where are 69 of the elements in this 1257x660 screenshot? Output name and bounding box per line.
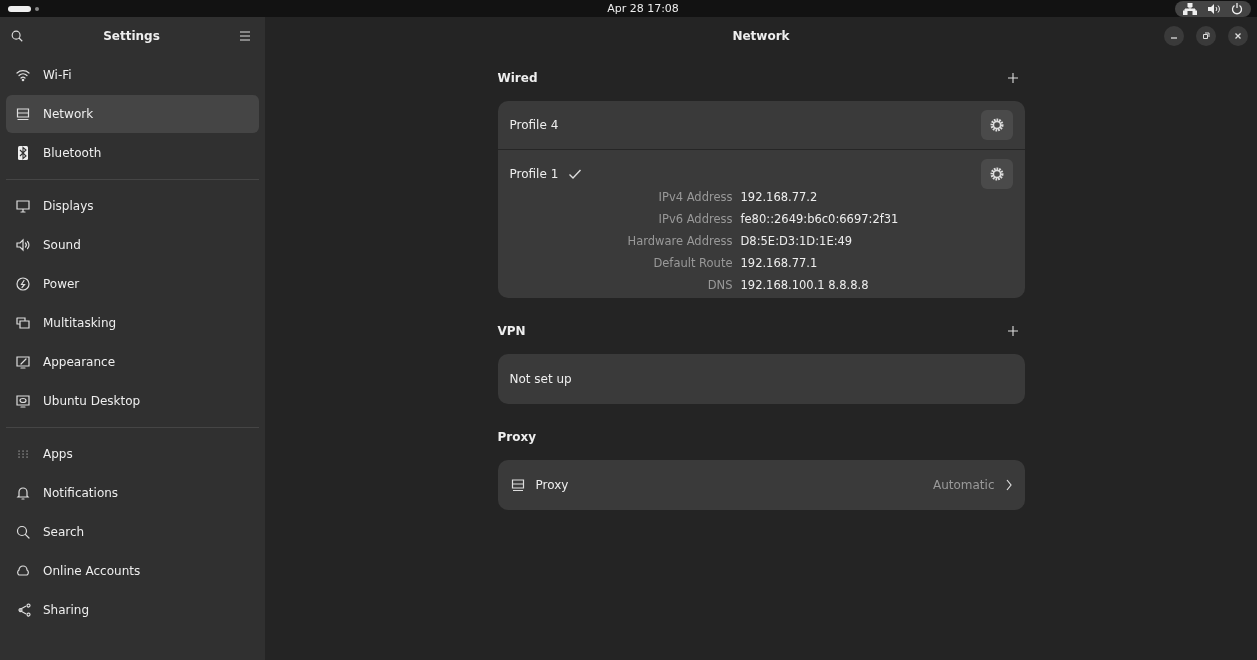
window-title: Network [732,29,790,43]
detail-value: 192.168.100.1 8.8.8.8 [740,278,870,292]
profile-name: Profile 1 [509,167,559,181]
speaker-icon [1207,2,1221,15]
search-icon[interactable] [10,29,24,43]
detail-value: fe80::2649:b6c0:6697:2f31 [740,212,900,226]
workspace-indicator[interactable] [8,5,39,12]
cloud-icon [15,563,31,579]
add-icon[interactable] [1006,325,1019,337]
gear-icon [988,166,1005,182]
network-icon [15,106,31,122]
restore-button[interactable] [1196,26,1216,46]
sidebar-item[interactable]: Ubuntu Desktop [6,382,259,420]
detail-label: Default Route [652,256,733,270]
settings-button[interactable] [980,159,1013,189]
detail-value: D8:5E:D3:1D:1E:49 [740,234,854,248]
power-icon [15,276,31,292]
search-icon [15,524,31,540]
power-icon [1231,2,1243,15]
sidebar-item[interactable]: Multitasking [6,304,259,342]
proxy-value: Automatic [932,478,995,492]
menu-icon[interactable] [239,31,251,41]
close-button[interactable] [1228,26,1248,46]
windows-icon [15,315,31,331]
detail-value: 192.168.77.2 [740,190,819,204]
proxy-row[interactable]: Proxy Automatic [497,460,1025,510]
section-heading: VPN [497,324,526,338]
sidebar-item[interactable]: Displays [6,187,259,225]
system-menu-button[interactable] [1175,0,1251,17]
monitor-icon [15,198,31,214]
proxy-label: Proxy [535,478,569,492]
settings-button[interactable] [980,110,1013,140]
bell-icon [15,485,31,501]
sidebar-item[interactable]: Network [6,95,259,133]
sidebar-item[interactable]: Online Accounts [6,552,259,590]
sidebar-item[interactable]: Apps [6,435,259,473]
sidebar-item[interactable]: Search [6,513,259,551]
sidebar-item[interactable]: Appearance [6,343,259,381]
minimize-button[interactable] [1164,26,1184,46]
chevron-right-icon [1004,479,1013,491]
detail-label: DNS [706,278,733,292]
sidebar-item[interactable]: Wi-Fi [6,56,259,94]
sidebar-item[interactable]: Bluetooth [6,134,259,172]
sidebar-item[interactable]: Sound [6,226,259,264]
clock[interactable]: Apr 28 17:08 [607,2,679,15]
detail-label: IPv4 Address [657,190,733,204]
speaker-icon [15,237,31,253]
share-icon [15,602,31,618]
close-icon [1234,32,1242,40]
detail-label: Hardware Address [626,234,733,248]
network-icon [1183,2,1197,15]
section-heading: Wired [497,71,538,85]
desktop-icon [15,393,31,409]
add-icon[interactable] [1006,72,1019,84]
network-icon [509,477,526,493]
sidebar-item[interactable]: Power [6,265,259,303]
sidebar-item[interactable]: Notifications [6,474,259,512]
sidebar-title: Settings [103,29,160,43]
sidebar-item[interactable]: Sharing [6,591,259,629]
bluetooth-icon [15,145,31,161]
detail-label: IPv6 Address [657,212,733,226]
profile-name: Profile 4 [509,118,559,132]
paintbrush-icon [15,354,31,370]
wifi-icon [15,67,31,83]
section-heading: Proxy [497,430,537,444]
vpn-status: Not set up [509,372,572,386]
restore-icon [1202,32,1210,40]
gear-icon [988,117,1005,133]
detail-value: 192.168.77.1 [740,256,819,270]
